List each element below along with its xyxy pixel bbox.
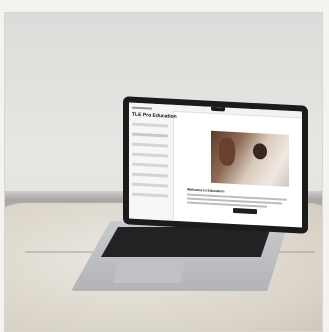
sidebar-item[interactable]: [132, 152, 168, 158]
laptop-screen: TLE Pro Education Welcome to Education: [123, 96, 308, 234]
course-title: TLE Pro Education: [132, 111, 177, 120]
sidebar-item[interactable]: [132, 172, 168, 178]
sidebar-item[interactable]: [132, 162, 168, 168]
laptop-trackpad: [113, 261, 185, 283]
course-page: TLE Pro Education Welcome to Education: [129, 102, 302, 228]
lesson-video[interactable]: [211, 130, 289, 187]
camera-notch: [211, 106, 225, 112]
video-person: [253, 142, 267, 160]
main-header-bar: [173, 104, 302, 119]
start-course-button[interactable]: [233, 207, 257, 215]
sidebar-logo: [132, 106, 152, 110]
photo-frame: TLE Pro Education Welcome to Education: [4, 12, 323, 332]
sidebar-item[interactable]: [132, 122, 168, 128]
laptop-keyboard: [101, 227, 271, 257]
course-sidebar: TLE Pro Education: [129, 102, 177, 221]
sidebar-item[interactable]: [132, 192, 168, 198]
sidebar-item[interactable]: [132, 132, 168, 138]
welcome-heading: Welcome to Education: [187, 187, 225, 194]
sidebar-item[interactable]: [132, 142, 168, 148]
sidebar-item[interactable]: [132, 182, 168, 188]
video-person: [219, 137, 235, 167]
